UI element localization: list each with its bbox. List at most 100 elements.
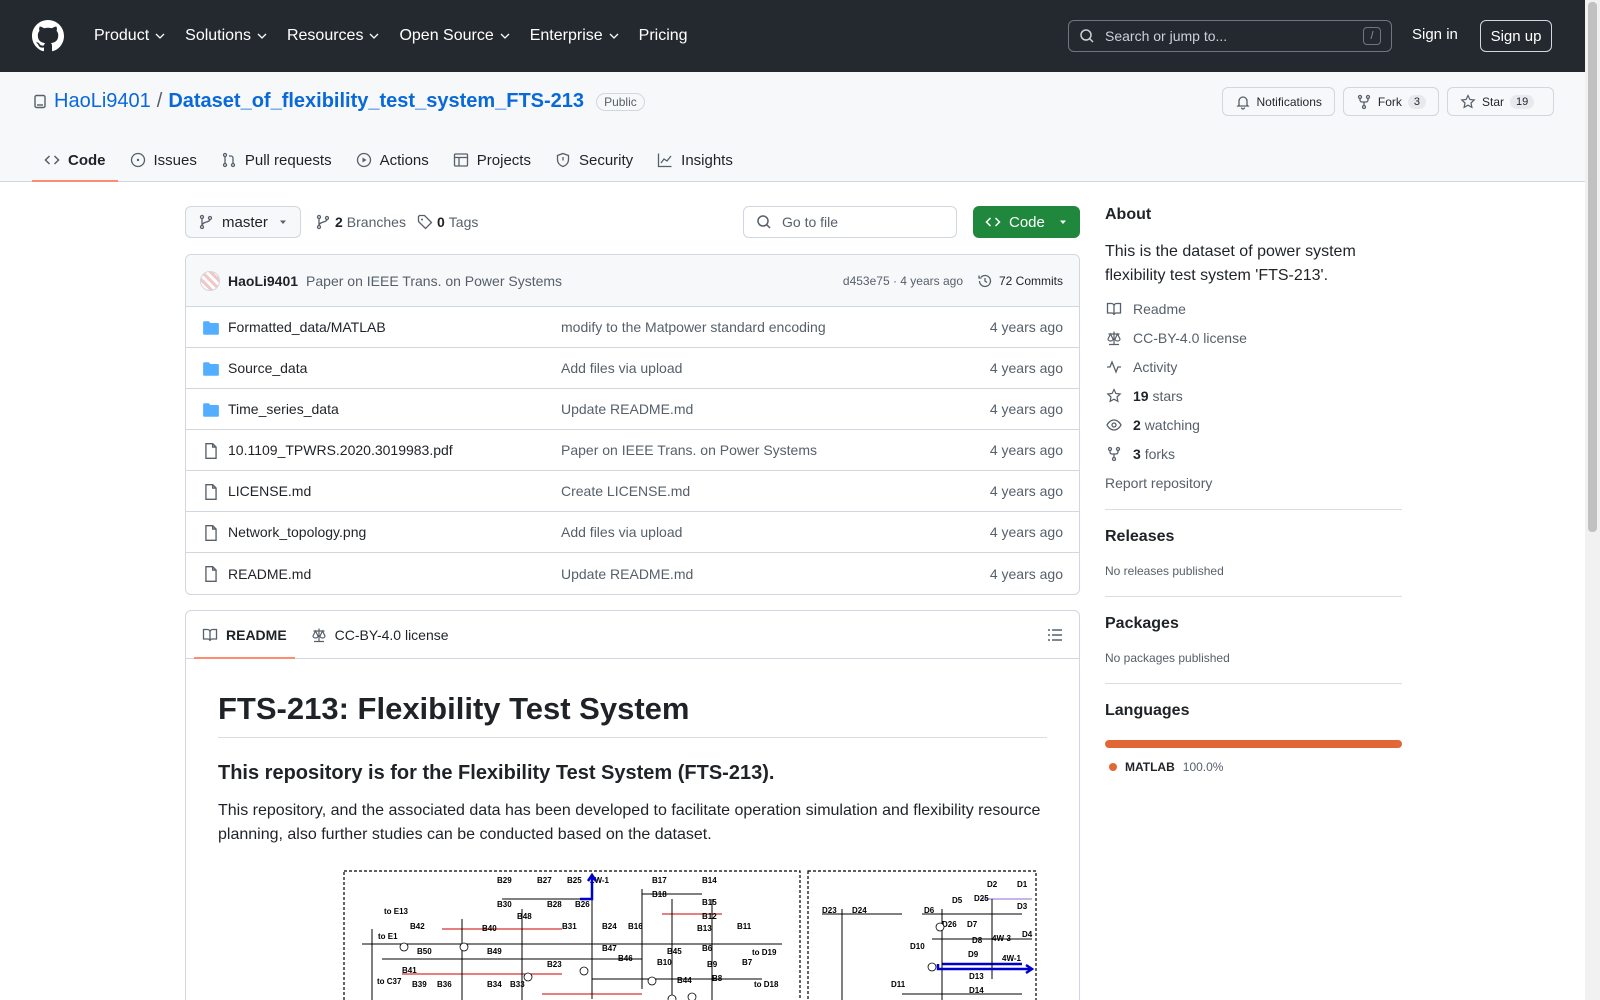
nav-product[interactable]: Product: [86, 21, 173, 51]
commit-message-link[interactable]: Paper on IEEE Trans. on Power Systems: [306, 273, 562, 289]
file-rows: Formatted_data/MATLAB modify to the Matpo…: [186, 307, 1079, 594]
tab-projects[interactable]: Projects: [441, 138, 543, 182]
topology-node-label: D10: [910, 942, 925, 951]
github-logo-icon[interactable]: [32, 20, 64, 52]
tags-label: Tags: [448, 214, 479, 230]
tab-code[interactable]: Code: [32, 138, 118, 182]
fork-button[interactable]: Fork 3: [1342, 87, 1439, 116]
file-name-link[interactable]: Source_data: [228, 360, 307, 376]
table-row[interactable]: Network_topology.png Add files via upload…: [186, 512, 1079, 553]
packages-heading[interactable]: Packages: [1105, 615, 1402, 633]
file-commit-message-link[interactable]: modify to the Matpower standard encoding: [561, 319, 826, 335]
file-name-link[interactable]: 10.1109_TPWRS.2020.3019983.pdf: [228, 442, 453, 458]
file-commit-age: 4 years ago: [989, 442, 1063, 458]
file-commit-message-link[interactable]: Add files via upload: [561, 360, 682, 376]
topology-node-label: to E1: [378, 932, 398, 941]
tab-issues[interactable]: Issues: [118, 138, 209, 182]
commits-link[interactable]: 72 Commits: [977, 273, 1063, 289]
sign-in-link[interactable]: Sign in: [1412, 26, 1458, 43]
page-scrollbar[interactable]: [1585, 0, 1600, 1000]
repo-name-link[interactable]: Dataset_of_flexibility_test_system_FTS-2…: [168, 90, 584, 113]
tab-license[interactable]: CC-BY-4.0 license: [303, 611, 457, 659]
main-content: master 2 Branches 0 Tags Go to file Code…: [185, 206, 1080, 1000]
global-search-input[interactable]: Search or jump to... /: [1068, 20, 1392, 52]
star-label: Star: [1482, 94, 1505, 109]
branch-icon: [316, 214, 330, 230]
branches-link[interactable]: 2 Branches: [315, 214, 406, 230]
link-label: Activity: [1133, 359, 1178, 375]
branches-label: Branches: [346, 214, 406, 230]
file-name-link[interactable]: Network_topology.png: [228, 524, 366, 540]
repo-owner-link[interactable]: HaoLi9401: [54, 90, 151, 113]
branch-selector[interactable]: master: [185, 206, 301, 238]
stars-link[interactable]: 19 stars: [1105, 388, 1402, 404]
file-name-link[interactable]: Time_series_data: [228, 401, 339, 417]
releases-heading[interactable]: Releases: [1105, 528, 1402, 546]
notifications-button[interactable]: Notifications: [1221, 87, 1335, 116]
nav-resources[interactable]: Resources: [279, 21, 387, 51]
file-name-link[interactable]: Formatted_data/MATLAB: [228, 319, 386, 335]
file-commit-message-link[interactable]: Create LICENSE.md: [561, 483, 690, 499]
tab-label: Actions: [379, 151, 429, 169]
file-commit-message-link[interactable]: Paper on IEEE Trans. on Power Systems: [561, 442, 817, 458]
nav-enterprise[interactable]: Enterprise: [522, 21, 627, 51]
report-repository-link[interactable]: Report repository: [1105, 475, 1402, 491]
readme-body: FTS-213: Flexibility Test System This re…: [186, 659, 1079, 847]
go-to-file-input[interactable]: Go to file: [743, 206, 957, 238]
code-dropdown-button[interactable]: Code: [973, 206, 1080, 238]
watching-link[interactable]: 2 watching: [1105, 417, 1402, 433]
topology-node-label: D23: [822, 906, 837, 915]
topology-node-label: B44: [677, 976, 692, 985]
forks-link[interactable]: 3 forks: [1105, 446, 1402, 462]
commit-hash-time[interactable]: d453e75 · 4 years ago: [843, 274, 963, 288]
table-row[interactable]: Formatted_data/MATLAB modify to the Matpo…: [186, 307, 1079, 348]
watching-count: 2: [1133, 417, 1141, 433]
file-commit-message-link[interactable]: Add files via upload: [561, 524, 682, 540]
nav-open-source[interactable]: Open Source: [391, 21, 517, 51]
table-row[interactable]: Source_data Add files via upload 4 years a…: [186, 348, 1079, 389]
readme-link[interactable]: Readme: [1105, 301, 1402, 317]
activity-link[interactable]: Activity: [1105, 359, 1402, 375]
tab-readme[interactable]: README: [194, 611, 295, 659]
law-icon: [312, 628, 326, 642]
table-row[interactable]: README.md Update README.md 4 years ago: [186, 553, 1079, 594]
tab-actions[interactable]: Actions: [344, 138, 441, 182]
nav-label: Open Source: [399, 27, 494, 44]
list-outline-icon[interactable]: [1047, 627, 1063, 643]
nav-pricing[interactable]: Pricing: [631, 21, 696, 51]
chevron-down-icon: [609, 33, 619, 39]
table-row[interactable]: LICENSE.md Create LICENSE.md 4 years ago: [186, 471, 1079, 512]
table-row[interactable]: Time_series_data Update README.md 4 years …: [186, 389, 1079, 430]
readme-subheading: This repository is for the Flexibility T…: [218, 762, 775, 784]
tab-label: Code: [68, 151, 106, 169]
tab-security[interactable]: Security: [543, 138, 645, 182]
tags-link[interactable]: 0 Tags: [417, 214, 478, 230]
scrollbar-thumb[interactable]: [1588, 2, 1597, 532]
topology-node-label: B6: [702, 944, 713, 953]
repo-actions: Notifications Fork 3 Star 19: [1221, 87, 1554, 116]
language-item[interactable]: MATLAB 100.0%: [1105, 760, 1402, 774]
code-icon: [985, 217, 1001, 227]
tab-pull-requests[interactable]: Pull requests: [209, 138, 344, 182]
branch-icon: [199, 214, 213, 230]
star-button[interactable]: Star 19: [1447, 87, 1554, 116]
file-commit-message-link[interactable]: Update README.md: [561, 401, 693, 417]
commit-author-link[interactable]: HaoLi9401: [228, 273, 298, 289]
fork-label: Fork: [1377, 94, 1402, 109]
file-commit-message-link[interactable]: Update README.md: [561, 566, 693, 582]
file-name-link[interactable]: README.md: [228, 566, 311, 582]
tab-insights[interactable]: Insights: [645, 138, 745, 182]
license-link[interactable]: CC-BY-4.0 license: [1105, 330, 1402, 346]
table-row[interactable]: 10.1109_TPWRS.2020.3019983.pdf Paper on I…: [186, 430, 1079, 471]
sign-up-button[interactable]: Sign up: [1480, 20, 1552, 52]
nav-solutions[interactable]: Solutions: [177, 21, 275, 51]
topology-node-label: B45: [667, 947, 682, 956]
topology-node-label: B48: [517, 912, 532, 921]
file-name-link[interactable]: LICENSE.md: [228, 483, 311, 499]
topology-node-label: D5: [952, 896, 963, 905]
topology-node-label: D6: [924, 906, 935, 915]
repo-sidebar: About This is the dataset of power syste…: [1105, 206, 1402, 774]
latest-commit-bar: HaoLi9401 Paper on IEEE Trans. on Power …: [186, 255, 1079, 307]
avatar[interactable]: [200, 270, 220, 291]
topology-node-label: D2: [987, 880, 998, 889]
